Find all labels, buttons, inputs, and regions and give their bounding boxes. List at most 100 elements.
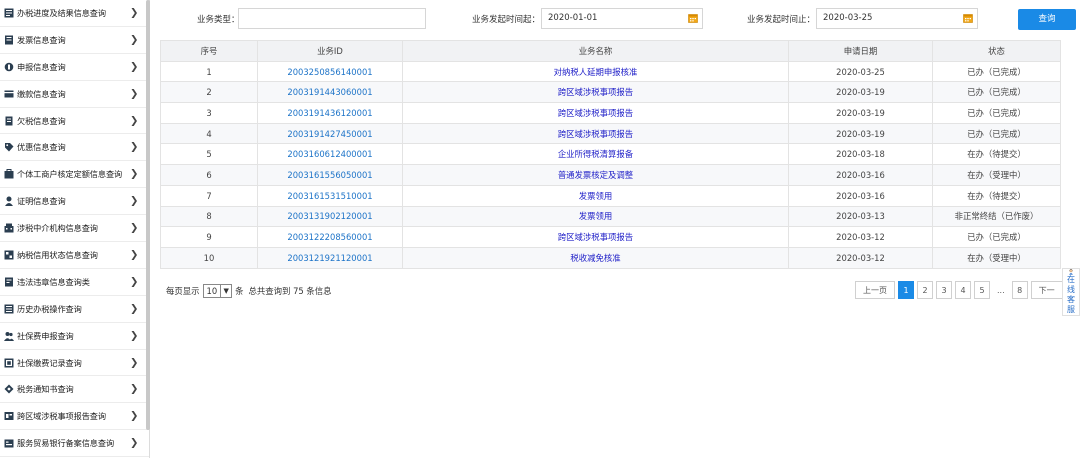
sidebar-item-label: 缴款信息查询: [17, 88, 66, 99]
chevron-right-icon: ❯: [130, 61, 139, 73]
chevron-right-icon: ❯: [130, 357, 139, 369]
apply-date-cell: 2020-03-12: [788, 246, 933, 269]
sidebar-item-label: 历史办税操作查询: [17, 303, 82, 314]
end-date-value: 2020-03-25: [823, 13, 873, 23]
sidebar-scrollbar[interactable]: [146, 0, 150, 430]
business-id-link[interactable]: 2003122208560001: [257, 226, 403, 248]
column-header: 序号: [160, 40, 258, 62]
social-declare-icon: [3, 331, 14, 341]
sidebar-item-label: 欠税信息查询: [17, 115, 66, 126]
filter-bar: 业务类型： 业务发起时间起： 2020-01-01 业务发起时间止： 2020-…: [150, 0, 1080, 38]
next-page-button[interactable]: 下一: [1030, 281, 1063, 299]
sidebar-item[interactable]: 优惠信息查询 ❯: [0, 134, 149, 162]
business-name-link[interactable]: 税收减免核准: [402, 246, 789, 269]
table-row: 7 2003161531510001 发票领用 2020-03-16 在办（待提交）: [160, 184, 1061, 207]
business-name-link[interactable]: 发票领用: [402, 184, 789, 207]
status-cell: 在办（受理中）: [932, 164, 1061, 186]
column-header: 状态: [932, 40, 1061, 62]
table-footer: 每页显示 10 ▼ 条 总共查询到 75 条信息: [166, 284, 332, 298]
sidebar-item[interactable]: 发票信息查询 ❯: [0, 27, 149, 54]
sidebar-item[interactable]: 税务通知书查询 ❯: [0, 376, 149, 404]
page-button-5[interactable]: 5: [974, 281, 990, 299]
status-cell: 在办（待提交）: [932, 143, 1061, 166]
calendar-icon[interactable]: [688, 13, 698, 23]
business-id-link[interactable]: 2003191427450001: [257, 122, 403, 145]
sidebar-item[interactable]: 证明信息查询 ❯: [0, 188, 149, 216]
page-button-last[interactable]: 8: [1011, 281, 1028, 299]
chevron-right-icon: ❯: [130, 195, 139, 207]
sidebar-item[interactable]: 跨区域涉税事项报告查询 ❯: [0, 403, 149, 431]
start-date-input[interactable]: 2020-01-01: [541, 8, 703, 29]
sidebar-item[interactable]: 个体工商户核定定额信息查询 ❯: [0, 161, 149, 189]
sidebar-item[interactable]: 历史办税操作查询 ❯: [0, 296, 149, 323]
business-name-link[interactable]: 普通发票核定及调整: [402, 164, 789, 186]
sidebar-item[interactable]: 缴款信息查询 ❯: [0, 81, 149, 108]
status-cell: 已办（已完成）: [932, 122, 1061, 145]
sidebar-item[interactable]: 社保缴费记录查询 ❯: [0, 350, 149, 377]
business-id-link[interactable]: 2003191436120001: [257, 102, 403, 124]
page-button-4[interactable]: 4: [955, 281, 971, 299]
business-name-link[interactable]: 对纳税人延期申报核准: [402, 60, 789, 83]
chevron-right-icon: ❯: [130, 410, 139, 422]
page-button-3[interactable]: 3: [936, 281, 952, 299]
table-row: 2 2003191443060001 跨区域涉税事项报告 2020-03-19 已办（已…: [160, 81, 1061, 104]
sidebar-item[interactable]: 服务贸易银行备案信息查询 ❯: [0, 430, 149, 458]
calendar-icon[interactable]: [963, 13, 973, 23]
prev-page-button[interactable]: 上一页: [855, 281, 895, 299]
sidebar-item[interactable]: 社保费申报查询 ❯: [0, 323, 149, 350]
sidebar-item-label: 涉税中介机构信息查询: [17, 223, 98, 234]
results-table: 序号 业务ID 业务名称 申请日期 状态 1 2003250856140001 对纳税人延期…: [160, 40, 1061, 269]
sidebar-item[interactable]: 办税进度及结果信息查询 ❯: [0, 0, 149, 27]
page-button-1[interactable]: 1: [898, 281, 914, 299]
business-id-link[interactable]: 2003250856140001: [257, 60, 403, 83]
business-id-link[interactable]: 2003161556050001: [257, 164, 403, 186]
business-type-input[interactable]: [238, 8, 426, 29]
sidebar-item[interactable]: 纳税信用状态信息查询 ❯: [0, 242, 149, 269]
sidebar-item-label: 优惠信息查询: [17, 142, 66, 153]
sidebar: 办税进度及结果信息查询 ❯ 发票信息查询 ❯ 申报信息查询 ❯ 缴款信息查询 ❯ 欠税信息查询 ❯…: [0, 0, 150, 458]
per-page-select[interactable]: 10 ▼: [202, 284, 233, 298]
sidebar-item-label: 跨区域涉税事项报告查询: [17, 411, 106, 422]
sidebar-item-label: 证明信息查询: [17, 196, 66, 207]
column-header: 申请日期: [788, 40, 933, 62]
invoice-icon: [3, 35, 14, 45]
apply-date-cell: 2020-03-13: [788, 205, 933, 228]
chevron-right-icon: ❯: [130, 383, 139, 395]
sidebar-item[interactable]: 欠税信息查询 ❯: [0, 108, 149, 135]
total-count-text: 总共查询到 75 条信息: [248, 286, 332, 296]
sidebar-item[interactable]: 涉税中介机构信息查询 ❯: [0, 215, 149, 243]
business-id-link[interactable]: 2003121921120001: [257, 246, 403, 269]
chevron-right-icon: ❯: [130, 141, 139, 153]
sidebar-item-label: 税务通知书查询: [17, 384, 74, 395]
online-service-widget[interactable]: 在线客服: [1062, 268, 1080, 316]
chevron-right-icon: ❯: [130, 88, 139, 100]
row-index-cell: 3: [160, 102, 258, 124]
business-icon: [3, 169, 14, 179]
business-name-link[interactable]: 发票领用: [402, 205, 789, 228]
notice-icon: [3, 384, 14, 394]
history-icon: [3, 304, 14, 314]
business-id-link[interactable]: 2003191443060001: [257, 81, 403, 104]
chevron-right-icon: ❯: [130, 34, 139, 46]
sidebar-item-label: 纳税信用状态信息查询: [17, 249, 98, 260]
business-id-link[interactable]: 2003161531510001: [257, 184, 403, 207]
sidebar-item[interactable]: 申报信息查询 ❯: [0, 54, 149, 81]
progress-icon: [3, 8, 14, 18]
business-id-link[interactable]: 2003131902120001: [257, 205, 403, 228]
chevron-right-icon: ❯: [130, 168, 139, 180]
page-button-2[interactable]: 2: [917, 281, 933, 299]
sidebar-item-label: 违法违章信息查询类: [17, 276, 90, 287]
business-id-link[interactable]: 2003160612400001: [257, 143, 403, 166]
table-row: 10 2003121921120001 税收减免核准 2020-03-12 在办（受理中…: [160, 246, 1061, 269]
business-name-link[interactable]: 跨区域涉税事项报告: [402, 226, 789, 248]
business-name-link[interactable]: 跨区域涉税事项报告: [402, 102, 789, 124]
end-date-input[interactable]: 2020-03-25: [816, 8, 978, 29]
business-name-link[interactable]: 跨区域涉税事项报告: [402, 81, 789, 104]
sidebar-item-label: 社保费申报查询: [17, 330, 74, 341]
status-cell: 在办（待提交）: [932, 184, 1061, 207]
business-name-link[interactable]: 跨区域涉税事项报告: [402, 122, 789, 145]
query-button[interactable]: 查询: [1018, 9, 1076, 30]
business-name-link[interactable]: 企业所得税清算报备: [402, 143, 789, 166]
sidebar-item[interactable]: 违法违章信息查询类 ❯: [0, 269, 149, 296]
chevron-right-icon: ❯: [130, 249, 139, 261]
